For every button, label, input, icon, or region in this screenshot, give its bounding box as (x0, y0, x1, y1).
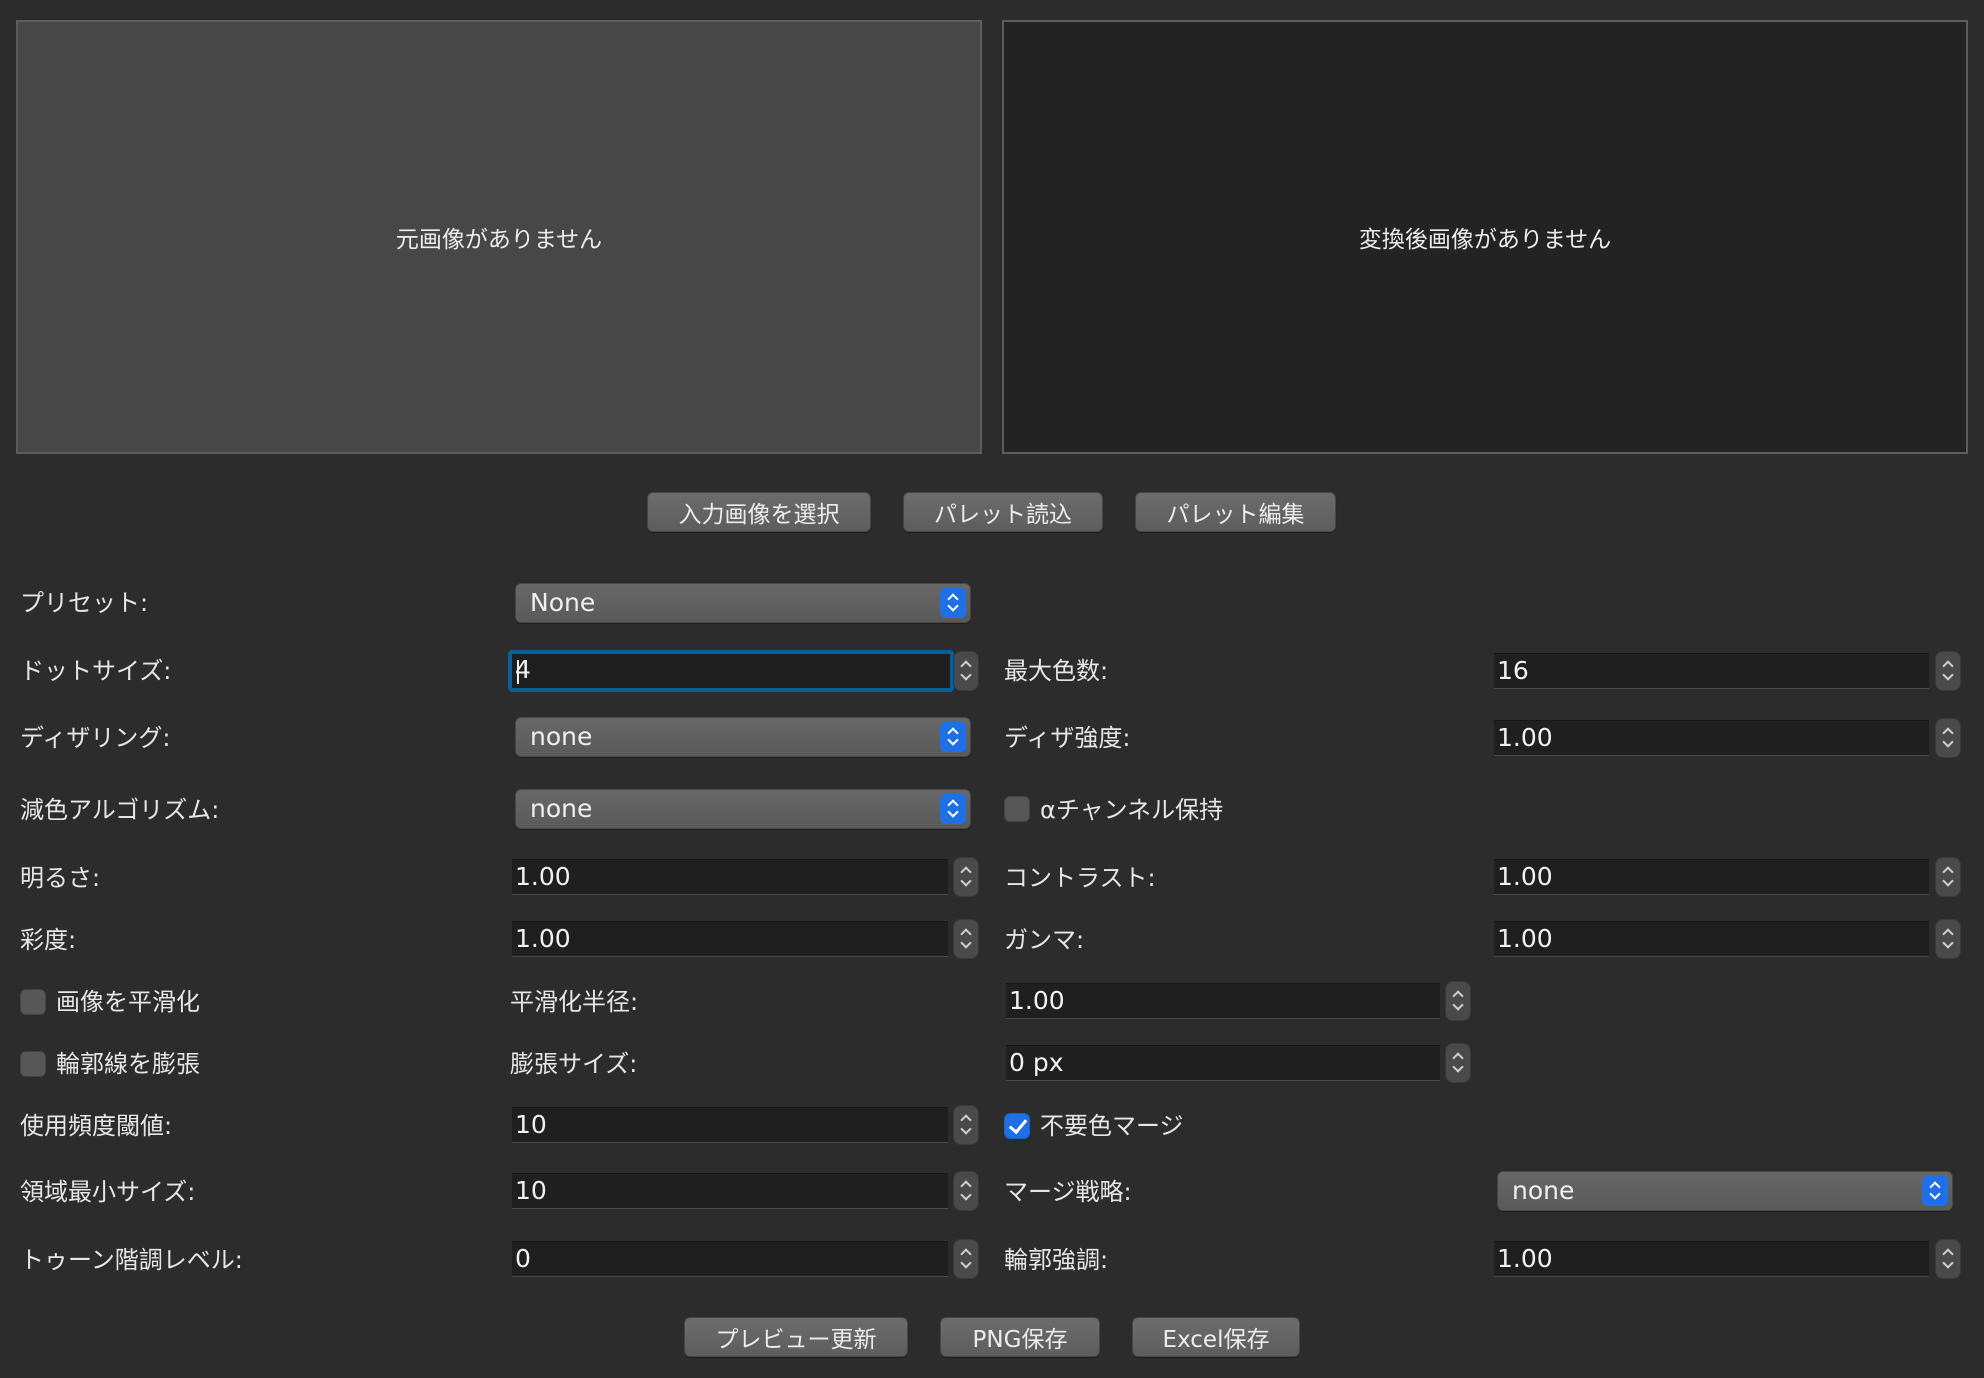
smooth-radius-stepper[interactable] (1445, 981, 1471, 1021)
dilate-size-input[interactable]: 0 px (1006, 1045, 1440, 1081)
dilate-size-stepper[interactable] (1445, 1043, 1471, 1083)
load-palette-button[interactable]: パレット読込 (903, 492, 1103, 532)
dilate-size-label: 膨張サイズ: (510, 1050, 638, 1078)
dot-size-input[interactable]: 4 (508, 650, 954, 692)
preset-select[interactable]: None (515, 583, 971, 623)
usage-threshold-label: 使用頻度閾値: (20, 1112, 173, 1140)
merge-strategy-select[interactable]: none (1497, 1171, 1953, 1211)
source-empty-text: 元画像がありません (395, 227, 603, 253)
saturation-stepper[interactable] (953, 919, 979, 959)
tone-levels-label: トゥーン階調レベル: (20, 1246, 243, 1274)
tone-levels-stepper[interactable] (953, 1239, 979, 1279)
contrast-stepper[interactable] (1935, 857, 1961, 897)
edge-enhance-input[interactable]: 1.00 (1494, 1241, 1929, 1277)
dot-size-label: ドットサイズ: (20, 657, 172, 685)
smooth-radius-input[interactable]: 1.00 (1006, 983, 1440, 1019)
merge-strategy-label: マージ戦略: (1004, 1178, 1132, 1206)
save-png-button[interactable]: PNG保存 (940, 1317, 1100, 1357)
gamma-label: ガンマ: (1004, 926, 1085, 954)
usage-threshold-stepper[interactable] (953, 1105, 979, 1145)
edge-enhance-stepper[interactable] (1935, 1239, 1961, 1279)
alpha-keep-checkbox[interactable] (1004, 796, 1030, 822)
dot-size-stepper[interactable] (953, 651, 979, 691)
smooth-radius-label: 平滑化半径: (510, 988, 639, 1016)
edge-enhance-label: 輪郭強調: (1004, 1246, 1109, 1274)
merge-unused-checkbox[interactable] (1004, 1113, 1030, 1139)
contrast-input[interactable]: 1.00 (1494, 859, 1929, 895)
select-input-image-button[interactable]: 入力画像を選択 (647, 492, 871, 532)
preset-label: プリセット: (20, 589, 149, 617)
dithering-label: ディザリング: (20, 724, 171, 752)
brightness-label: 明るさ: (20, 864, 101, 892)
dilate-outline-checkbox[interactable] (20, 1051, 46, 1077)
dither-strength-stepper[interactable] (1935, 718, 1961, 758)
smooth-image-label: 画像を平滑化 (56, 988, 200, 1016)
reduction-algorithm-label: 減色アルゴリズム: (20, 796, 220, 824)
dither-strength-label: ディザ強度: (1004, 724, 1131, 752)
min-region-size-stepper[interactable] (953, 1171, 979, 1211)
max-colors-label: 最大色数: (1004, 657, 1109, 685)
usage-threshold-input[interactable]: 10 (512, 1107, 948, 1143)
brightness-stepper[interactable] (953, 857, 979, 897)
result-image-preview: 変換後画像がありません (1002, 20, 1968, 454)
preset-value: None (530, 588, 596, 617)
dithering-value: none (530, 722, 593, 751)
update-preview-button[interactable]: プレビュー更新 (684, 1317, 908, 1357)
updown-chevron-icon (940, 588, 966, 618)
merge-unused-label: 不要色マージ (1040, 1112, 1184, 1140)
updown-chevron-icon (940, 722, 966, 752)
dilate-outline-label: 輪郭線を膨張 (56, 1050, 200, 1078)
dithering-select[interactable]: none (515, 717, 971, 757)
brightness-input[interactable]: 1.00 (512, 859, 948, 895)
min-region-size-label: 領域最小サイズ: (20, 1178, 196, 1206)
reduction-algorithm-select[interactable]: none (515, 789, 971, 829)
gamma-stepper[interactable] (1935, 919, 1961, 959)
edit-palette-button[interactable]: パレット編集 (1135, 492, 1336, 532)
smooth-image-checkbox[interactable] (20, 989, 46, 1015)
dither-strength-input[interactable]: 1.00 (1494, 720, 1929, 756)
updown-chevron-icon (1922, 1176, 1948, 1206)
saturation-label: 彩度: (20, 926, 77, 954)
save-excel-button[interactable]: Excel保存 (1132, 1317, 1300, 1357)
merge-strategy-value: none (1512, 1176, 1575, 1205)
source-image-preview: 元画像がありません (16, 20, 982, 454)
saturation-input[interactable]: 1.00 (512, 921, 948, 957)
result-empty-text: 変換後画像がありません (1358, 227, 1612, 253)
updown-chevron-icon (940, 794, 966, 824)
max-colors-stepper[interactable] (1935, 651, 1961, 691)
tone-levels-input[interactable]: 0 (512, 1241, 948, 1277)
contrast-label: コントラスト: (1004, 864, 1156, 892)
reduction-algorithm-value: none (530, 794, 593, 823)
max-colors-input[interactable]: 16 (1494, 653, 1929, 689)
alpha-keep-label: αチャンネル保持 (1040, 796, 1224, 824)
min-region-size-input[interactable]: 10 (512, 1173, 948, 1209)
gamma-input[interactable]: 1.00 (1494, 921, 1929, 957)
